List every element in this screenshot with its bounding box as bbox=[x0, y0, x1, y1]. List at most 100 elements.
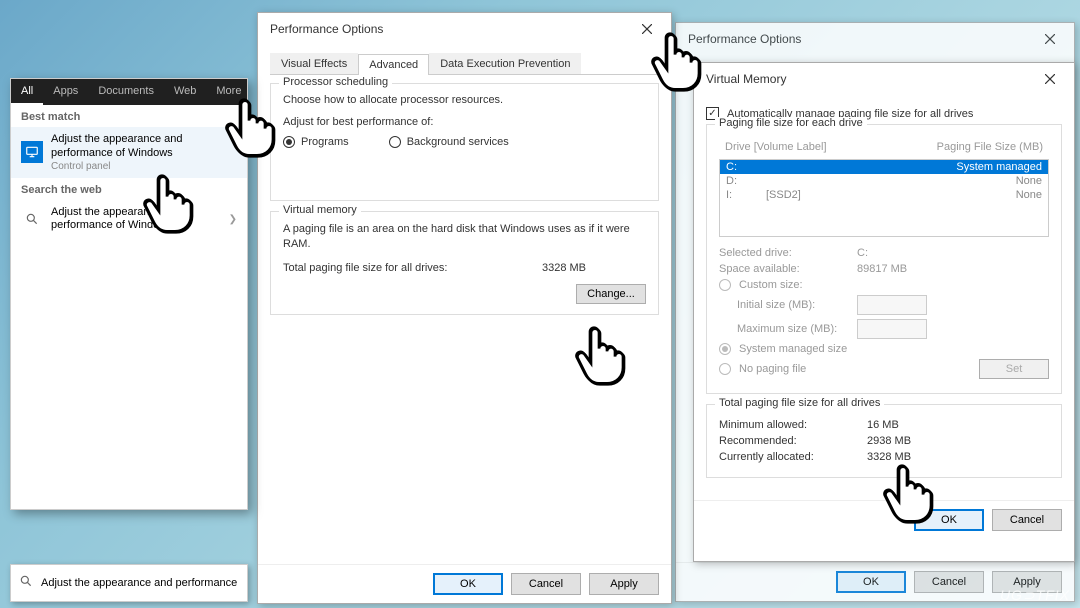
head-size: Paging File Size (MB) bbox=[937, 141, 1043, 153]
perf-ok-button[interactable]: OK bbox=[433, 573, 503, 595]
vm-title: Virtual Memory bbox=[706, 72, 786, 86]
vm-ok-button[interactable]: OK bbox=[914, 509, 984, 531]
bg-cancel-button[interactable]: Cancel bbox=[914, 571, 984, 593]
best-match-heading: Best match bbox=[11, 105, 247, 127]
vm-total-value: 3328 MB bbox=[542, 262, 586, 274]
virtual-memory-group: Virtual memory A paging file is an area … bbox=[270, 211, 659, 315]
search-tab-apps[interactable]: Apps bbox=[43, 79, 88, 105]
drive-letter: D: bbox=[726, 175, 766, 187]
background-services-radio[interactable] bbox=[389, 136, 401, 148]
performance-options-window: Performance Options Visual Effects Advan… bbox=[257, 12, 672, 604]
close-icon[interactable] bbox=[631, 19, 663, 39]
web-item-line1: Adjust the appearance and bbox=[51, 206, 183, 220]
best-match-item[interactable]: Adjust the appearance and performance of… bbox=[11, 127, 247, 178]
vm-desc: A paging file is an area on the hard dis… bbox=[283, 222, 646, 252]
close-icon[interactable] bbox=[1034, 69, 1066, 89]
drive-label bbox=[766, 161, 956, 173]
drive-size: System managed bbox=[956, 161, 1042, 173]
drive-group-title: Paging file size for each drive bbox=[715, 117, 867, 129]
search-tab-all[interactable]: All bbox=[11, 79, 43, 105]
search-web-heading: Search the web bbox=[11, 178, 247, 200]
head-drive: Drive [Volume Label] bbox=[725, 141, 937, 153]
monitor-icon bbox=[21, 141, 43, 163]
bg-window-titlebar: Performance Options bbox=[676, 23, 1074, 55]
initial-size-input bbox=[857, 295, 927, 315]
vm-total-label: Total paging file size for all drives: bbox=[283, 262, 447, 274]
perf-titlebar: Performance Options bbox=[258, 13, 671, 45]
close-icon[interactable] bbox=[1034, 29, 1066, 49]
search-results-panel: All Apps Documents Web More Best match A… bbox=[10, 78, 248, 510]
perf-tabs: Visual Effects Advanced Data Execution P… bbox=[270, 53, 659, 75]
selected-drive-value: C: bbox=[857, 247, 868, 259]
bg-ok-button[interactable]: OK bbox=[836, 571, 906, 593]
drive-row[interactable]: D: None bbox=[720, 174, 1048, 188]
perf-cancel-button[interactable]: Cancel bbox=[511, 573, 581, 595]
recommended-label: Recommended: bbox=[719, 435, 859, 447]
currently-allocated-value: 3328 MB bbox=[867, 451, 911, 463]
custom-size-label: Custom size: bbox=[739, 279, 803, 291]
totals-heading: Total paging file size for all drives bbox=[715, 397, 884, 409]
system-managed-radio bbox=[719, 343, 731, 355]
perf-body: Visual Effects Advanced Data Execution P… bbox=[258, 45, 671, 337]
search-tab-more[interactable]: More bbox=[206, 79, 251, 105]
search-tab-web[interactable]: Web bbox=[164, 79, 206, 105]
min-allowed-label: Minimum allowed: bbox=[719, 419, 859, 431]
vm-group-title: Virtual memory bbox=[279, 204, 361, 216]
adjust-label: Adjust for best performance of: bbox=[283, 116, 646, 128]
scheduling-group: Processor scheduling Choose how to alloc… bbox=[270, 83, 659, 201]
vm-cancel-button[interactable]: Cancel bbox=[992, 509, 1062, 531]
chevron-right-icon: ❯ bbox=[229, 214, 237, 225]
vm-footer: OK Cancel bbox=[694, 500, 1074, 539]
drive-letter: C: bbox=[726, 161, 766, 173]
best-match-line2: performance of Windows bbox=[51, 147, 183, 161]
drive-size: None bbox=[1016, 175, 1042, 187]
tab-visual-effects[interactable]: Visual Effects bbox=[270, 53, 358, 74]
drive-row[interactable]: I: [SSD2] None bbox=[720, 188, 1048, 202]
perf-title: Performance Options bbox=[270, 22, 383, 36]
initial-size-label: Initial size (MB): bbox=[737, 299, 849, 311]
programs-radio[interactable] bbox=[283, 136, 295, 148]
tab-dep[interactable]: Data Execution Prevention bbox=[429, 53, 581, 74]
search-icon bbox=[19, 574, 33, 593]
drive-label: [SSD2] bbox=[766, 189, 1016, 201]
search-input[interactable] bbox=[41, 577, 239, 589]
no-paging-label: No paging file bbox=[739, 363, 806, 375]
perf-apply-button[interactable]: Apply bbox=[589, 573, 659, 595]
bg-window-title: Performance Options bbox=[688, 32, 801, 46]
set-button: Set bbox=[979, 359, 1049, 379]
perf-footer: OK Cancel Apply bbox=[258, 564, 671, 603]
best-match-sub: Control panel bbox=[51, 161, 183, 172]
scheduling-sub: Choose how to allocate processor resourc… bbox=[283, 94, 646, 106]
drive-list-header: Drive [Volume Label] Paging File Size (M… bbox=[719, 139, 1049, 155]
no-paging-radio bbox=[719, 363, 731, 375]
programs-label: Programs bbox=[301, 136, 349, 148]
maximum-size-input bbox=[857, 319, 927, 339]
drive-row[interactable]: C: System managed bbox=[720, 160, 1048, 174]
search-tabs: All Apps Documents Web More bbox=[11, 79, 247, 105]
custom-size-radio bbox=[719, 279, 731, 291]
best-match-line1: Adjust the appearance and bbox=[51, 133, 183, 147]
search-tab-documents[interactable]: Documents bbox=[88, 79, 164, 105]
change-button[interactable]: Change... bbox=[576, 284, 646, 304]
min-allowed-value: 16 MB bbox=[867, 419, 899, 431]
vm-body: ✓ Automatically manage paging file size … bbox=[694, 95, 1074, 500]
system-managed-label: System managed size bbox=[739, 343, 847, 355]
virtual-memory-window: Virtual Memory ✓ Automatically manage pa… bbox=[693, 62, 1075, 562]
bg-services-label: Background services bbox=[407, 136, 509, 148]
drive-label bbox=[766, 175, 1016, 187]
drive-size: None bbox=[1016, 189, 1042, 201]
drive-list[interactable]: C: System managed D: None I: [SSD2] None bbox=[719, 159, 1049, 237]
drive-letter: I: bbox=[726, 189, 766, 201]
space-available-label: Space available: bbox=[719, 263, 849, 275]
web-item-line2: performance of Windows bbox=[51, 219, 183, 233]
taskbar-search-box[interactable] bbox=[10, 564, 248, 602]
search-icon bbox=[21, 212, 43, 226]
maximum-size-label: Maximum size (MB): bbox=[737, 323, 849, 335]
selected-drive-label: Selected drive: bbox=[719, 247, 849, 259]
space-available-value: 89817 MB bbox=[857, 263, 907, 275]
currently-allocated-label: Currently allocated: bbox=[719, 451, 859, 463]
watermark: UG⊃TFIX bbox=[1000, 587, 1070, 604]
tab-advanced[interactable]: Advanced bbox=[358, 54, 429, 75]
web-search-item[interactable]: Adjust the appearance and performance of… bbox=[11, 200, 247, 240]
recommended-value: 2938 MB bbox=[867, 435, 911, 447]
